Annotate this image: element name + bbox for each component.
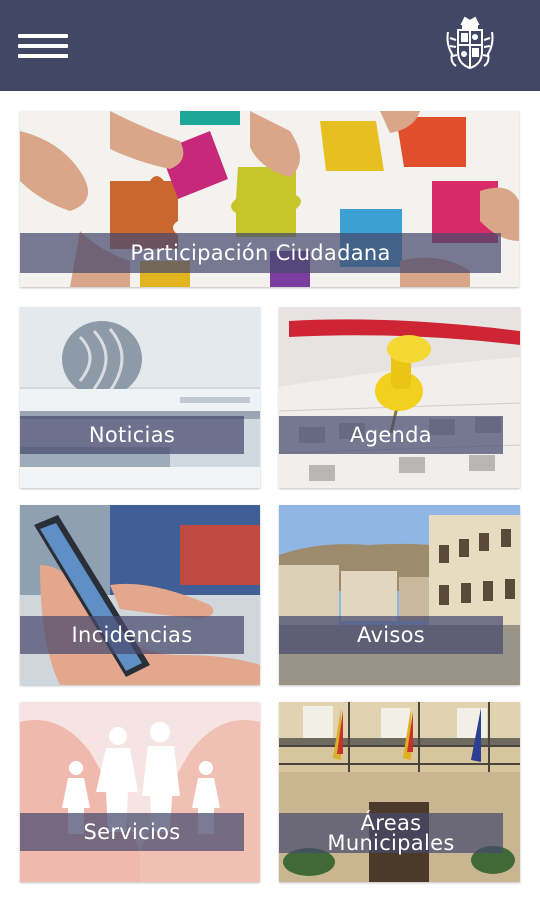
tile-label: Noticias: [20, 416, 244, 454]
tile-servicios[interactable]: Servicios: [20, 702, 260, 882]
tile-label: Avisos: [279, 616, 503, 654]
tile-participacion-ciudadana[interactable]: Participación Ciudadana: [20, 111, 519, 287]
tile-label: Agenda: [279, 416, 503, 454]
menu-bar-line: [18, 34, 68, 38]
coat-of-arms-icon: [446, 16, 494, 70]
tile-label: Participación Ciudadana: [20, 233, 501, 273]
tile-label: Áreas Municipales: [279, 811, 503, 855]
tile-label: Servicios: [20, 813, 244, 851]
tile-noticias[interactable]: Noticias: [20, 307, 260, 488]
tile-incidencias[interactable]: Incidencias: [20, 505, 260, 685]
menu-bar-line: [18, 54, 68, 58]
hamburger-menu-button[interactable]: [18, 32, 70, 60]
tile-areas-municipales[interactable]: Áreas Municipales: [279, 702, 520, 882]
tile-label-line: Municipales: [327, 831, 455, 855]
newspaper-image: [20, 307, 260, 488]
smartphone-hand-image: [20, 505, 260, 685]
tile-agenda[interactable]: Agenda: [279, 307, 520, 488]
tile-avisos[interactable]: Avisos: [279, 505, 520, 685]
app-header: [0, 0, 540, 91]
town-hall-image: [279, 702, 520, 882]
menu-bar-line: [18, 44, 68, 48]
calendar-pushpin-image: [279, 307, 520, 488]
family-hands-image: [20, 702, 260, 882]
tile-label-line: Áreas: [360, 811, 422, 835]
tile-label: Incidencias: [20, 616, 244, 654]
town-square-image: [279, 505, 520, 685]
